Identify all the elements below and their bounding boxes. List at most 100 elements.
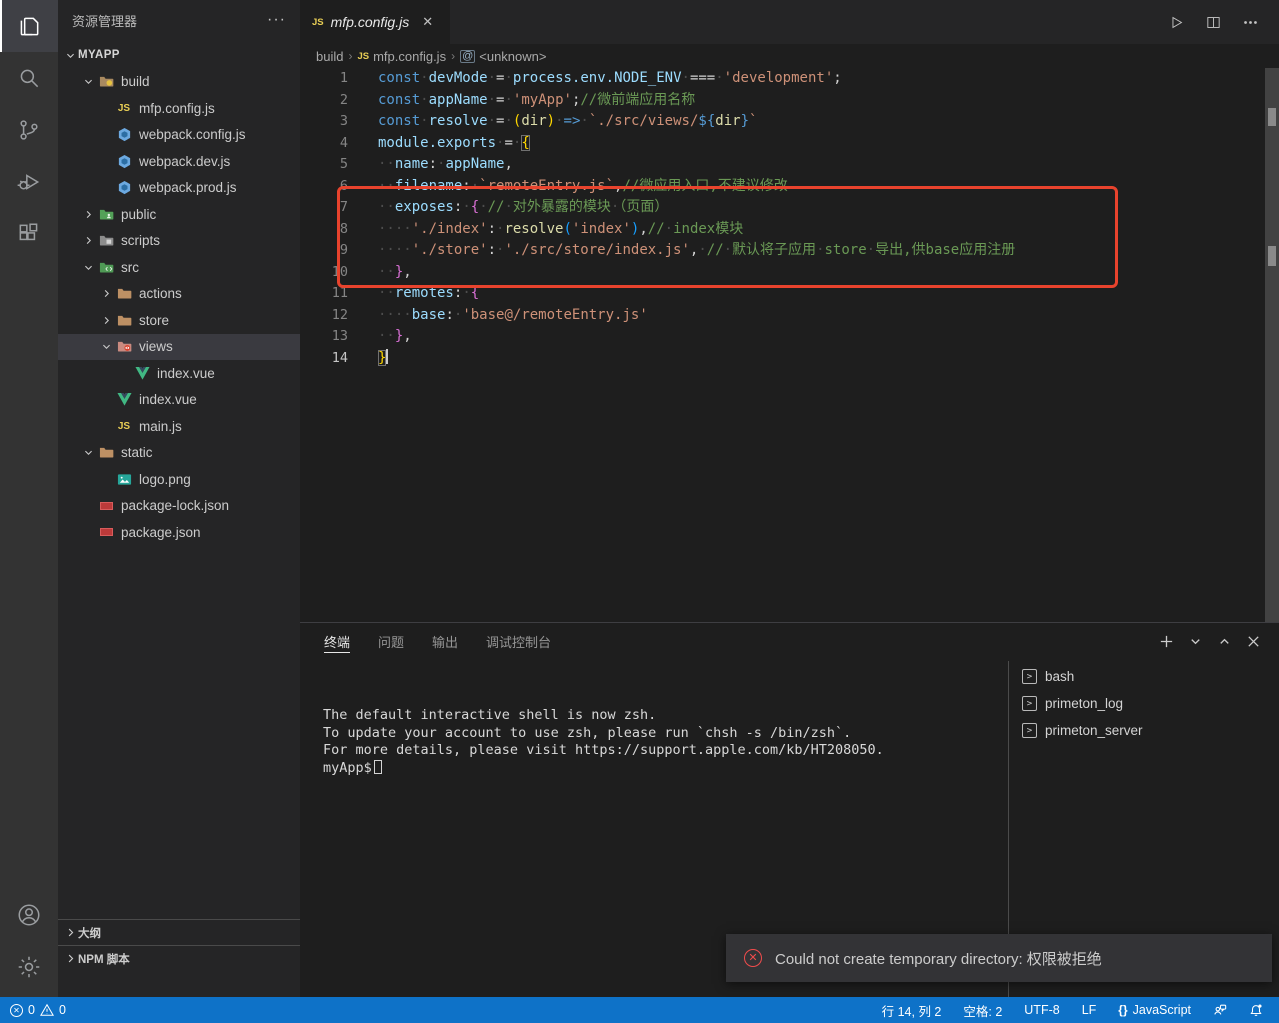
status-encoding[interactable]: UTF-8	[1024, 1003, 1059, 1017]
close-panel-icon[interactable]	[1246, 634, 1261, 649]
code-line-6[interactable]: 6··filename:·`remoteEntry.js`,//微应用入口,不建…	[300, 176, 1265, 198]
tree-item-public[interactable]: public	[58, 201, 300, 228]
terminal-session-primeton_server[interactable]: >primeton_server	[1012, 717, 1279, 744]
tree-item-mfp-config-js[interactable]: JSmfp.config.js	[58, 95, 300, 122]
code-line-14[interactable]: 14}	[300, 348, 1265, 370]
tree-item-logo-png[interactable]: logo.png	[58, 466, 300, 493]
status-language-mode[interactable]: {}JavaScript	[1118, 1003, 1191, 1017]
split-icon[interactable]	[1205, 14, 1222, 31]
chevron-spacer	[98, 392, 114, 408]
chevron-spacer	[98, 127, 114, 143]
panel-tab-调试控制台[interactable]: 调试控制台	[486, 623, 551, 659]
tree-item-label: main.js	[139, 419, 182, 434]
chevron-down-icon	[98, 339, 114, 355]
problems-indicator[interactable]: ✕ 0 0	[10, 1003, 66, 1017]
npm-scripts-section[interactable]: NPM 脚本	[58, 945, 300, 971]
new-terminal-icon[interactable]	[1159, 634, 1174, 649]
more-actions-icon[interactable]: ···	[267, 11, 286, 29]
status-eol[interactable]: LF	[1082, 1003, 1097, 1017]
chevron-spacer	[116, 365, 132, 381]
code-line-13[interactable]: 13··},	[300, 326, 1265, 348]
panel-tab-终端[interactable]: 终端	[324, 623, 350, 659]
code-line-2[interactable]: 2const·appName·=·'myApp';//微前端应用名称	[300, 90, 1265, 112]
explorer-sidebar: 资源管理器 ··· MYAPPbuildJSmfp.config.jswebpa…	[58, 0, 300, 997]
breadcrumb-segment[interactable]: build	[316, 49, 343, 64]
breadcrumb-segment[interactable]: JSmfp.config.js	[357, 49, 446, 64]
status-notifications-bell[interactable]	[1249, 1003, 1263, 1017]
code-line-11[interactable]: 11··remotes:·{	[300, 283, 1265, 305]
activity-settings[interactable]	[0, 941, 58, 993]
code-line-4[interactable]: 4module.exports·=·{	[300, 133, 1265, 155]
tree-item-build[interactable]: build	[58, 69, 300, 96]
code-line-10[interactable]: 10··},	[300, 262, 1265, 284]
folder-icon	[114, 286, 134, 302]
webpack-icon	[114, 127, 134, 143]
terminal-session-bash[interactable]: >bash	[1012, 663, 1279, 690]
terminal-dropdown-icon[interactable]	[1188, 634, 1203, 649]
tree-item-package-json[interactable]: package.json	[58, 519, 300, 546]
breadcrumb-segment[interactable]: @<unknown>	[460, 49, 546, 64]
tree-item-index-vue[interactable]: index.vue	[58, 387, 300, 414]
sidebar-title: 资源管理器	[72, 11, 137, 30]
tree-item-label: logo.png	[139, 472, 191, 487]
more-icon[interactable]	[1242, 14, 1259, 31]
error-icon: ✕	[744, 949, 762, 967]
terminal-output[interactable]: The default interactive shell is now zsh…	[323, 707, 884, 777]
activity-run-debug[interactable]	[0, 156, 58, 208]
activity-search[interactable]	[0, 52, 58, 104]
activity-accounts[interactable]	[0, 889, 58, 941]
line-number: 14	[300, 348, 348, 370]
image-icon	[114, 471, 134, 487]
run-icon[interactable]	[1168, 14, 1185, 31]
tree-item-myapp[interactable]: MYAPP	[58, 42, 300, 69]
editor-scrollbar[interactable]	[1265, 68, 1279, 622]
activity-explorer[interactable]	[0, 0, 58, 52]
activity-extensions[interactable]	[0, 208, 58, 260]
tree-item-store[interactable]: store	[58, 307, 300, 334]
code-line-1[interactable]: 1const·devMode·=·process.env.NODE_ENV·==…	[300, 68, 1265, 90]
extensions-icon	[16, 221, 42, 247]
code-line-8[interactable]: 8····'./index':·resolve('index'),//·inde…	[300, 219, 1265, 241]
terminal-session-primeton_log[interactable]: >primeton_log	[1012, 690, 1279, 717]
tree-item-package-lock-json[interactable]: package-lock.json	[58, 493, 300, 520]
vue-icon	[114, 392, 134, 408]
js-file-icon: JS	[312, 17, 324, 28]
chevron-right-icon	[62, 951, 78, 967]
status-indentation[interactable]: 空格: 2	[963, 1001, 1002, 1020]
tab-mfp-config[interactable]: JS mfp.config.js ✕	[300, 0, 450, 44]
error-notification[interactable]: ✕ Could not create temporary directory: …	[726, 934, 1272, 982]
activity-source-control[interactable]	[0, 104, 58, 156]
tree-item-main-js[interactable]: JSmain.js	[58, 413, 300, 440]
tree-item-label: src	[121, 260, 139, 275]
js-icon: JS	[114, 100, 134, 116]
tree-item-label: package-lock.json	[121, 498, 229, 513]
tree-item-views[interactable]: views	[58, 334, 300, 361]
code-line-3[interactable]: 3const·resolve·=·(dir)·=>·`./src/views/$…	[300, 111, 1265, 133]
code-line-12[interactable]: 12····base:·'base@/remoteEntry.js'	[300, 305, 1265, 327]
tree-item-webpack-dev-js[interactable]: webpack.dev.js	[58, 148, 300, 175]
code-line-9[interactable]: 9····'./store':·'./src/store/index.js',·…	[300, 240, 1265, 262]
webpack-icon	[114, 153, 134, 169]
terminal-session-list: >bash>primeton_log>primeton_server	[1012, 663, 1279, 744]
terminal-line: For more details, please visit https://s…	[323, 742, 884, 760]
tree-item-actions[interactable]: actions	[58, 281, 300, 308]
tree-item-static[interactable]: static	[58, 440, 300, 467]
warning-icon	[40, 1003, 54, 1017]
maximize-panel-icon[interactable]	[1217, 634, 1232, 649]
tree-item-scripts[interactable]: scripts	[58, 228, 300, 255]
status-cursor-position[interactable]: 行 14, 列 2	[882, 1001, 942, 1020]
outline-section[interactable]: 大纲	[58, 919, 300, 945]
tree-item-webpack-config-js[interactable]: webpack.config.js	[58, 122, 300, 149]
close-tab-icon[interactable]: ✕	[422, 14, 433, 30]
panel-tab-输出[interactable]: 输出	[432, 623, 458, 659]
code-line-7[interactable]: 7··exposes:·{·//·对外暴露的模块·（页面）	[300, 197, 1265, 219]
tree-item-index-vue[interactable]: index.vue	[58, 360, 300, 387]
line-number: 13	[300, 326, 348, 348]
panel-tab-问题[interactable]: 问题	[378, 623, 404, 659]
terminal-prompt[interactable]: myApp$	[323, 760, 884, 778]
status-feedback[interactable]	[1213, 1003, 1227, 1017]
code-line-5[interactable]: 5··name:·appName,	[300, 154, 1265, 176]
bell-icon	[1249, 1003, 1263, 1017]
tree-item-src[interactable]: src	[58, 254, 300, 281]
tree-item-webpack-prod-js[interactable]: webpack.prod.js	[58, 175, 300, 202]
